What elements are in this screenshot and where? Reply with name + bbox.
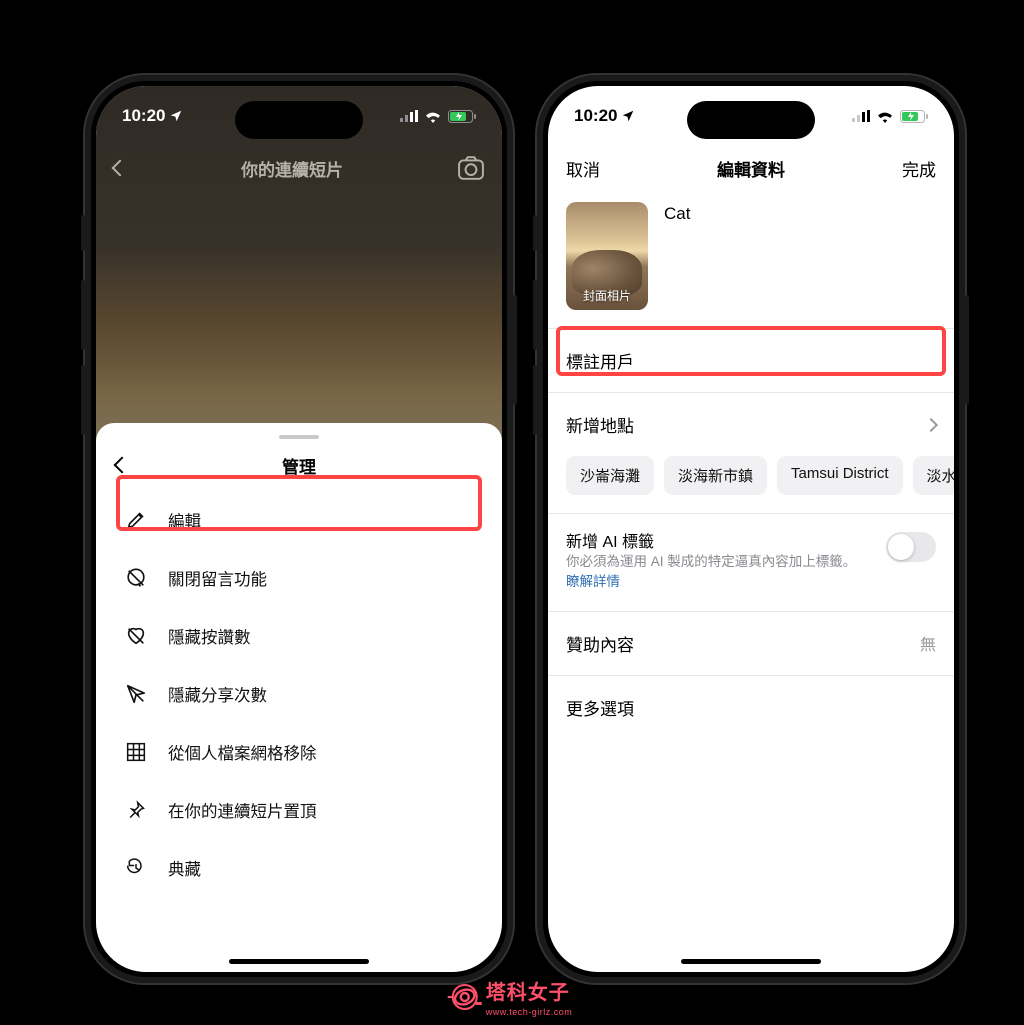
ai-desc-text: 你必須為運用 AI 製成的特定逼真內容加上標籤。 [566,554,856,569]
home-indicator[interactable] [681,959,821,964]
screen-left: 10:20 你的連續短片 管理 [96,86,502,972]
heart-off-icon [124,624,148,648]
battery-charging-icon [448,110,476,123]
add-location-row[interactable]: 新增地點 [548,397,954,452]
caption-field[interactable]: Cat [664,202,690,310]
toggle-knob [888,534,914,560]
home-indicator[interactable] [229,959,369,964]
menu-edit[interactable]: 編輯 [96,491,502,549]
location-arrow-icon [169,109,183,123]
watermark-url: www.tech-girlz.com [486,1007,573,1017]
comment-off-icon [124,566,148,590]
more-options-label: 更多選項 [566,695,936,720]
edit-nav: 取消 編輯資料 完成 [548,144,954,192]
watermark-logo-icon [452,984,478,1010]
sheet-grabber[interactable] [279,435,319,439]
menu-hide-likes-label: 隱藏按讚數 [168,624,251,648]
stage: 10:20 你的連續短片 管理 [0,0,1024,1025]
sponsored-label: 贊助內容 [566,631,910,656]
more-options-row[interactable]: 更多選項 [548,680,954,735]
separator [548,611,954,612]
edit-content: 封面相片 Cat 標註用戶 新增地點 沙崙海灘 淡海新市鎮 Tamsui Dis… [548,192,954,972]
menu-archive[interactable]: 典藏 [96,839,502,897]
sponsored-row[interactable]: 贊助內容 無 [548,616,954,671]
tag-users-label: 標註用戶 [566,348,936,373]
side-button [81,215,85,251]
archive-icon [124,856,148,880]
add-location-label: 新增地點 [566,412,916,437]
sheet-title: 管理 [282,453,316,478]
cellular-icon [852,110,870,122]
side-button [533,215,537,251]
location-chips: 沙崙海灘 淡海新市鎮 Tamsui District 淡水佳順 [548,452,954,509]
separator [548,328,954,329]
share-off-icon [124,682,148,706]
sheet-header: 管理 [96,445,502,485]
reel-header: 你的連續短片 [96,144,502,192]
manage-sheet: 管理 編輯 關閉留言功能 隱藏按讚數 [96,423,502,972]
location-arrow-icon [621,109,635,123]
nav-title: 編輯資料 [600,156,902,181]
ai-title: 新增 AI 標籤 [566,528,872,552]
volume-down-button [533,365,537,435]
phone-right: 10:20 取消 編輯資料 完成 封面相片 [535,73,967,985]
status-icons [400,110,476,123]
menu-pin-label: 在你的連續短片置頂 [168,798,317,822]
watermark: 塔科女子 www.tech-girlz.com [452,976,573,1017]
location-chip[interactable]: Tamsui District [777,456,903,495]
power-button [965,295,969,405]
menu-remove-grid-label: 從個人檔案網格移除 [168,740,317,764]
cellular-icon [400,110,418,122]
dynamic-island [687,101,815,139]
battery-charging-icon [900,110,928,123]
dynamic-island [235,101,363,139]
separator [548,392,954,393]
tag-users-row[interactable]: 標註用戶 [548,333,954,388]
separator [548,513,954,514]
location-chip[interactable]: 淡水佳順 [913,456,954,495]
cover-caption-row: 封面相片 Cat [548,192,954,324]
ai-label-row: 新增 AI 標籤 你必須為運用 AI 製成的特定逼真內容加上標籤。 瞭解詳情 [548,518,954,607]
menu-comments-off-label: 關閉留言功能 [168,566,267,590]
menu-archive-label: 典藏 [168,856,201,880]
cover-label: 封面相片 [566,287,648,304]
sheet-menu: 編輯 關閉留言功能 隱藏按讚數 隱藏分享次數 [96,485,502,897]
volume-up-button [81,280,85,350]
wifi-icon [876,110,894,123]
sponsored-value: 無 [920,631,936,655]
menu-hide-shares-label: 隱藏分享次數 [168,682,267,706]
menu-comments-off[interactable]: 關閉留言功能 [96,549,502,607]
camera-icon[interactable] [458,156,484,180]
power-button [513,295,517,405]
grid-icon [124,740,148,764]
menu-hide-shares[interactable]: 隱藏分享次數 [96,665,502,723]
status-icons [852,110,928,123]
screen-right: 10:20 取消 編輯資料 完成 封面相片 [548,86,954,972]
cover-thumbnail[interactable]: 封面相片 [566,202,648,310]
volume-up-button [533,280,537,350]
sheet-back-icon[interactable] [114,457,131,474]
ai-toggle[interactable] [886,532,936,562]
watermark-name: 塔科女子 [486,976,573,1005]
menu-remove-grid[interactable]: 從個人檔案網格移除 [96,723,502,781]
separator [548,675,954,676]
location-chip[interactable]: 淡海新市鎮 [664,456,767,495]
header-title: 你的連續短片 [126,156,458,181]
location-chip[interactable]: 沙崙海灘 [566,456,654,495]
phone-left: 10:20 你的連續短片 管理 [83,73,515,985]
pin-icon [124,798,148,822]
menu-edit-label: 編輯 [168,508,201,532]
clock-text: 10:20 [122,106,165,126]
clock-text: 10:20 [574,106,617,126]
ai-desc: 你必須為運用 AI 製成的特定逼真內容加上標籤。 瞭解詳情 [566,552,872,593]
wifi-icon [424,110,442,123]
menu-pin[interactable]: 在你的連續短片置頂 [96,781,502,839]
menu-hide-likes[interactable]: 隱藏按讚數 [96,607,502,665]
ai-learn-more-link[interactable]: 瞭解詳情 [566,574,620,589]
volume-down-button [81,365,85,435]
done-button[interactable]: 完成 [902,156,936,181]
pencil-icon [124,508,148,532]
chevron-right-icon [924,417,938,431]
cancel-button[interactable]: 取消 [566,156,600,181]
